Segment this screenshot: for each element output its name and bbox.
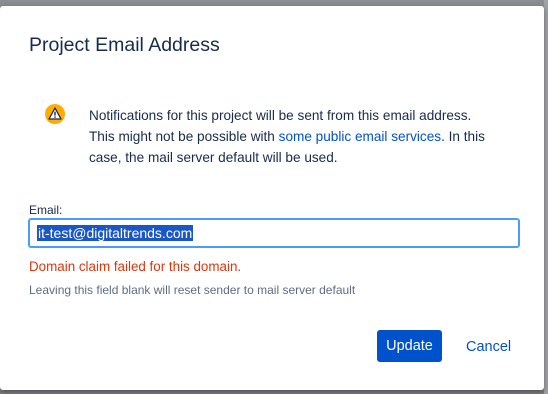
email-hint: Leaving this field blank will reset send… [29, 283, 356, 297]
warning-icon [45, 104, 65, 124]
update-button[interactable]: Update [377, 330, 442, 362]
notification-message: Notifications for this project will be s… [89, 105, 499, 168]
project-email-dialog: Project Email Address Notifications for … [0, 6, 544, 390]
dialog-title: Project Email Address [29, 34, 220, 56]
cancel-button[interactable]: Cancel [466, 339, 511, 355]
email-label: Email: [29, 203, 63, 217]
email-input-value[interactable]: it-test@digitaltrends.com [37, 225, 194, 241]
public-email-services-link[interactable]: some public email services [279, 129, 441, 144]
email-input[interactable]: it-test@digitaltrends.com [28, 218, 520, 248]
page-backdrop-edge [544, 0, 548, 394]
domain-claim-error: Domain claim failed for this domain. [29, 259, 242, 274]
